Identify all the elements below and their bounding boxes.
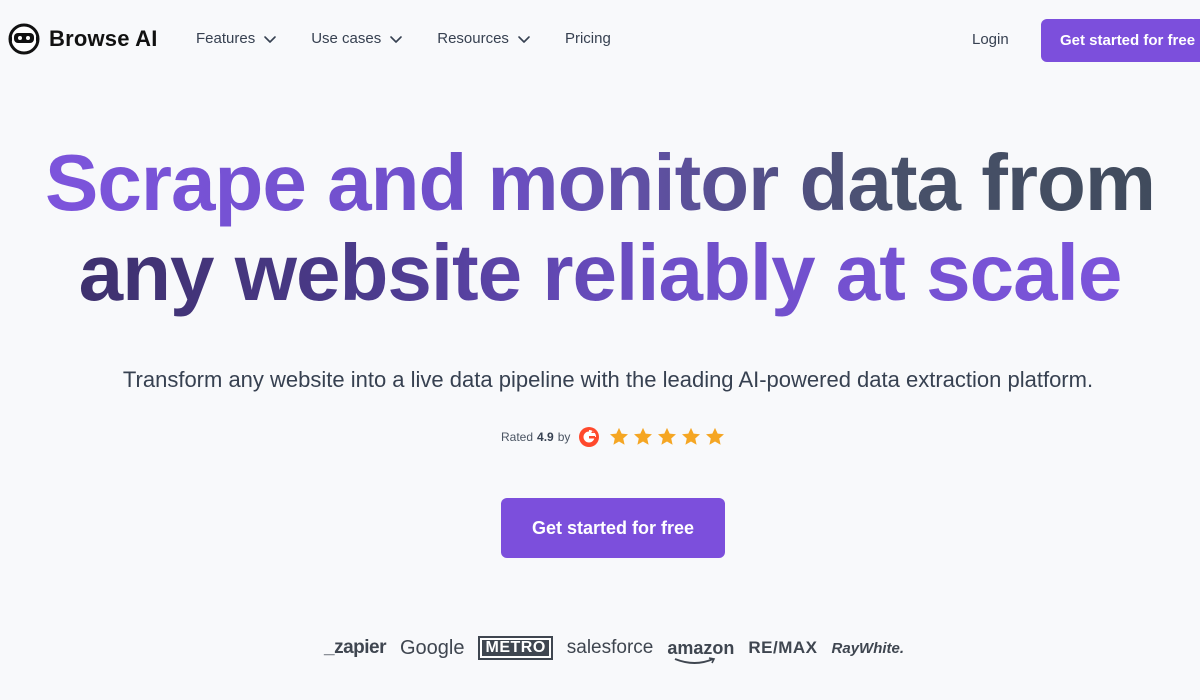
- nav-item-features[interactable]: Features: [196, 30, 277, 47]
- amazon-logo: amazon: [667, 637, 735, 664]
- chevron-down-icon: [264, 35, 277, 43]
- amazon-smile-icon: [675, 656, 716, 664]
- g2-icon: 2: [579, 427, 600, 447]
- raywhite-logo: RayWhite.: [831, 639, 905, 657]
- brand-logo[interactable]: Browse AI: [8, 23, 158, 55]
- remax-logo: RE/MAX: [748, 638, 818, 657]
- star-icon: [634, 427, 653, 445]
- rating-suffix: by: [557, 430, 571, 444]
- nav-item-label: Resources: [437, 30, 509, 47]
- chevron-down-icon: [390, 35, 403, 43]
- svg-text:2: 2: [591, 428, 595, 435]
- hero-get-started-button[interactable]: Get started for free: [501, 498, 725, 558]
- star-icon: [658, 427, 677, 445]
- star-icon: [610, 427, 629, 445]
- star-rating: [606, 426, 726, 448]
- hero-subheadline: Transform any website into a live data p…: [122, 367, 1094, 392]
- amazon-wordmark: amazon: [667, 637, 735, 658]
- headline-line-2: any website reliably at scale: [0, 228, 1200, 318]
- metro-logo: METRO: [478, 636, 553, 660]
- rating-prefix: Rated: [501, 430, 534, 444]
- g2-rating: Rated 4.9 by 2: [501, 426, 726, 448]
- nav-item-use-cases[interactable]: Use cases: [311, 30, 403, 47]
- hero-headline: Scrape and monitor data from any website…: [0, 138, 1200, 318]
- nav-item-label: Use cases: [311, 30, 382, 47]
- zapier-logo: _zapier: [324, 637, 386, 658]
- nav-get-started-button[interactable]: Get started for free: [1041, 19, 1200, 62]
- nav-item-pricing[interactable]: Pricing: [565, 30, 611, 47]
- headline-line-1: Scrape and monitor data from: [0, 138, 1200, 228]
- star-icon: [682, 427, 701, 445]
- login-link[interactable]: Login: [972, 31, 1009, 48]
- salesforce-logo: salesforce: [566, 637, 654, 658]
- chevron-down-icon: [518, 35, 530, 43]
- nav-item-label: Pricing: [564, 30, 611, 47]
- customer-logos: _zapier Google METRO salesforce amazon R…: [324, 634, 918, 664]
- top-navigation: Browse AI Features Use cases Resources P…: [0, 0, 1200, 82]
- google-logo: Google: [399, 636, 465, 659]
- main-menu: Features Use cases Resources Pricing: [196, 30, 645, 47]
- robot-face-icon: [8, 23, 40, 55]
- nav-item-label: Features: [196, 30, 256, 47]
- rating-value: 4.9: [537, 430, 554, 444]
- star-icon: [706, 427, 725, 445]
- nav-item-resources[interactable]: Resources: [437, 30, 531, 47]
- brand-name: Browse AI: [49, 26, 158, 51]
